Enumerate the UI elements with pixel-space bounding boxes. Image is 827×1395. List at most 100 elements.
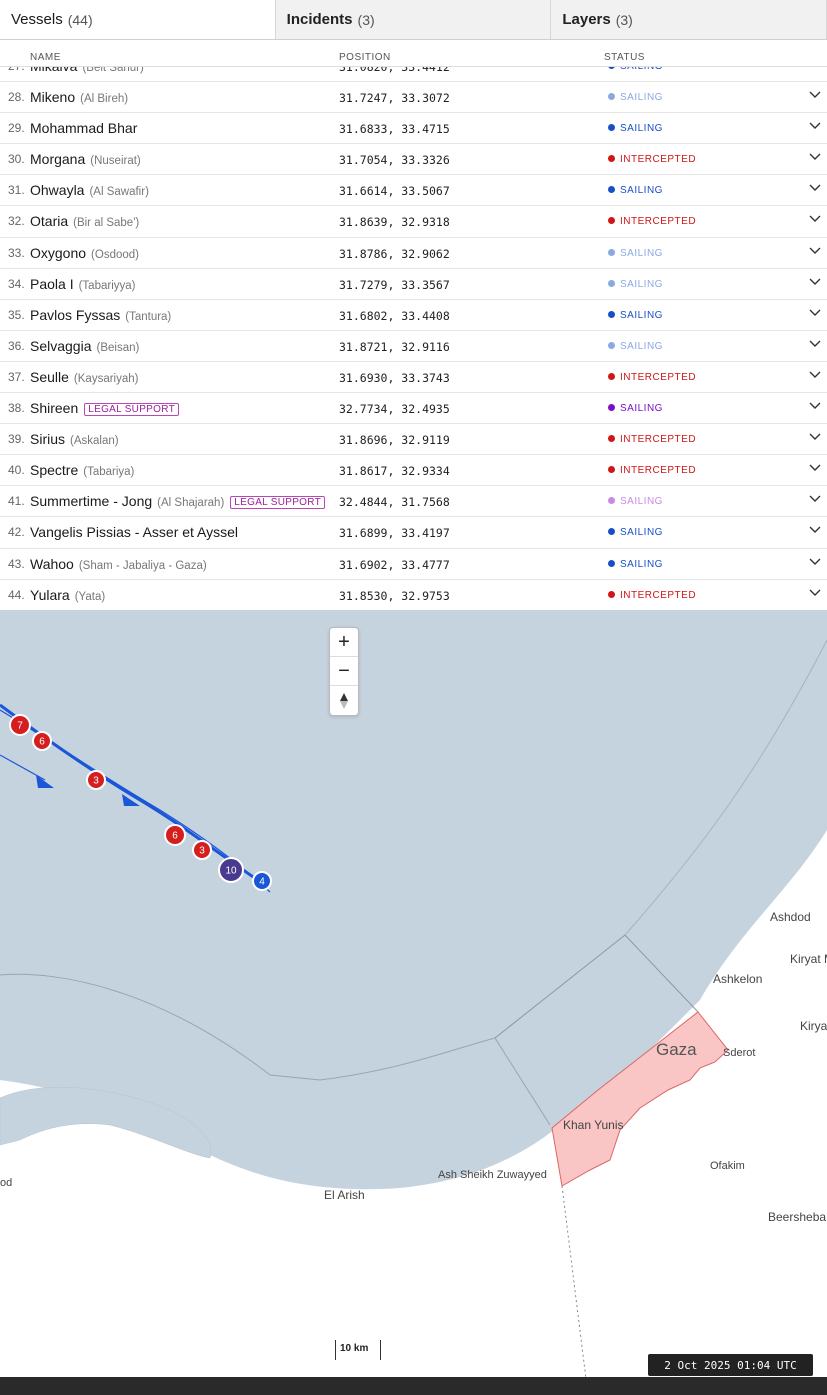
- table-header: NAME POSITION STATUS: [0, 40, 827, 67]
- table-row[interactable]: 39. Sirius (Askalan) 31.8696, 32.9119 INTERC…: [0, 424, 827, 456]
- row-number: 31.: [8, 183, 25, 198]
- status-text: SAILING: [620, 278, 663, 290]
- table-row[interactable]: 35. Pavlos Fyssas (Tantura) 31.6802, 33.440…: [0, 300, 827, 331]
- table-row[interactable]: 32. Otaria (Bir al Sabe') 31.8639, 32.9318 I…: [0, 206, 827, 238]
- table-row[interactable]: 37. Seulle (Kaysariyah) 31.6930, 33.3743 INT…: [0, 362, 827, 394]
- table-row[interactable]: 30. Morgana (Nuseirat) 31.7054, 33.3326 INTE…: [0, 144, 827, 176]
- status-badge: SAILING: [608, 123, 663, 134]
- status-text: INTERCEPTED: [620, 154, 697, 166]
- status-text: INTERCEPTED: [620, 216, 697, 228]
- chevron-down-icon[interactable]: [808, 399, 822, 413]
- chevron-down-icon[interactable]: [808, 368, 822, 382]
- place-label: Ashdod: [770, 910, 811, 924]
- chevron-down-icon[interactable]: [808, 555, 822, 569]
- vessel-position: 31.8696, 32.9119: [339, 433, 450, 448]
- map-canvas[interactable]: 7 6 3 6 3 10 4: [0, 610, 827, 1395]
- row-number: 28.: [8, 90, 25, 105]
- tab-incidents-count: (3): [357, 11, 375, 28]
- chevron-down-icon[interactable]: [808, 492, 822, 506]
- status-badge: SAILING: [608, 279, 663, 290]
- table-row[interactable]: 33. Oxygono (Osdood) 31.8786, 32.9062 SAILIN…: [0, 238, 827, 269]
- status-text: SAILING: [620, 123, 663, 135]
- vessel-alias: (Al Shajarah): [157, 497, 225, 510]
- table-row[interactable]: 36. Selvaggia (Beisan) 31.8721, 32.9116 SAIL…: [0, 331, 827, 362]
- chevron-down-icon[interactable]: [808, 88, 822, 102]
- border-line: [561, 1185, 589, 1395]
- status-badge: SAILING: [608, 403, 663, 414]
- status-text: INTERCEPTED: [620, 434, 697, 446]
- chevron-down-icon[interactable]: [808, 430, 822, 444]
- vessel-list: 27.Mikalva(Beit Sahur)31.0820, 33.4412SA…: [0, 51, 827, 610]
- column-position-header[interactable]: POSITION: [339, 52, 391, 63]
- column-status-header[interactable]: STATUS: [604, 52, 645, 63]
- tab-vessels-label: Vessels: [11, 11, 63, 28]
- column-name-header[interactable]: NAME: [30, 52, 61, 63]
- chevron-down-icon[interactable]: [808, 275, 822, 289]
- vessel-position: 31.8639, 32.9318: [339, 215, 450, 230]
- table-row[interactable]: 38. Shireen LEGAL SUPPORT 32.7734, 32.4935 S…: [0, 393, 827, 425]
- zoom-out-button[interactable]: −: [330, 657, 358, 686]
- compass-button[interactable]: [330, 686, 358, 715]
- tab-incidents[interactable]: Incidents (3): [276, 0, 552, 39]
- status-badge: INTERCEPTED: [608, 372, 696, 383]
- row-number: 30.: [8, 152, 25, 167]
- vessel-name-cell: Oxygono (Osdood): [30, 245, 139, 261]
- status-dot-icon: [608, 124, 615, 132]
- status-dot-icon: [608, 186, 615, 194]
- status-dot-icon: [608, 590, 615, 598]
- zoom-in-button[interactable]: +: [330, 628, 358, 657]
- scale-bar: 10 km: [335, 1340, 381, 1360]
- table-row[interactable]: 28. Mikeno (Al Bireh) 31.7247, 33.3072 SAILI…: [0, 82, 827, 114]
- table-row[interactable]: 43. Wahoo (Sham - Jabaliya - Gaza) 31.6902,…: [0, 549, 827, 580]
- vessel-name: Seulle: [30, 368, 69, 385]
- row-number: 37.: [8, 369, 25, 384]
- status-dot-icon: [608, 310, 615, 318]
- vessel-alias: (Al Bireh): [80, 93, 129, 106]
- chevron-down-icon[interactable]: [808, 150, 822, 164]
- row-number: 42.: [8, 525, 25, 540]
- vessel-name: Ohwayla: [30, 182, 85, 199]
- chevron-down-icon[interactable]: [808, 244, 822, 258]
- vessel-name: Pavlos Fyssas: [30, 306, 121, 323]
- marker-count: 6: [39, 737, 45, 748]
- tab-layers-label: Layers: [562, 11, 611, 28]
- chevron-down-icon[interactable]: [808, 586, 822, 600]
- chevron-down-icon[interactable]: [808, 523, 822, 537]
- table-row[interactable]: 34. Paola I (Tabariyya) 31.7279, 33.3567 SAI…: [0, 269, 827, 300]
- table-row[interactable]: 44. Yulara (Yata) 31.8530, 32.9753 INTERCEPT…: [0, 580, 827, 610]
- row-number: 38.: [8, 401, 25, 416]
- vessel-position: 32.4844, 31.7568: [339, 495, 450, 510]
- table-row[interactable]: 41. Summertime - Jong (Al Shajarah) LEGAL S…: [0, 486, 827, 518]
- table-row[interactable]: 42. Vangelis Pissias - Asser et Ayssel 31.…: [0, 517, 827, 549]
- status-text: SAILING: [620, 92, 663, 104]
- vessel-alias: (Tantura): [125, 310, 172, 323]
- chevron-down-icon[interactable]: [808, 119, 822, 133]
- tab-vessels[interactable]: Vessels (44): [0, 0, 276, 39]
- chevron-down-icon[interactable]: [808, 212, 822, 226]
- status-text: INTERCEPTED: [620, 371, 697, 383]
- vessel-position: 31.8721, 32.9116: [339, 339, 450, 354]
- row-number: 32.: [8, 214, 25, 229]
- table-row[interactable]: 31. Ohwayla (Al Sawafir) 31.6614, 33.5067 SA…: [0, 175, 827, 207]
- chevron-down-icon[interactable]: [808, 306, 822, 320]
- status-badge: INTERCEPTED: [608, 434, 696, 445]
- table-row[interactable]: 29. Mohammad Bhar 31.6833, 33.4715 SAILING: [0, 113, 827, 145]
- place-label: Sderot: [723, 1047, 756, 1059]
- marker-count: 7: [17, 721, 23, 732]
- row-number: 29.: [8, 121, 25, 136]
- chevron-down-icon[interactable]: [808, 181, 822, 195]
- chevron-down-icon[interactable]: [808, 337, 822, 351]
- table-row[interactable]: 40. Spectre (Tabariya) 31.8617, 32.9334 INTE…: [0, 455, 827, 487]
- status-badge: SAILING: [608, 310, 663, 321]
- vessel-position: 31.6902, 33.4777: [339, 557, 450, 572]
- row-number: 41.: [8, 494, 25, 509]
- timestamp-badge: 2 Oct 2025 01:04 UTC: [648, 1354, 813, 1376]
- row-number: 35.: [8, 307, 25, 322]
- row-number: 36.: [8, 338, 25, 353]
- status-text: SAILING: [620, 340, 663, 352]
- tab-bar: Vessels (44) Incidents (3) Layers (3): [0, 0, 827, 40]
- vessel-alias: (Sham - Jabaliya - Gaza): [78, 559, 207, 572]
- map-view[interactable]: 7 6 3 6 3 10 4 + − Ashdod Kiryat M Ashkelon Ki…: [0, 610, 827, 1395]
- tab-layers[interactable]: Layers (3): [551, 0, 827, 39]
- chevron-down-icon[interactable]: [808, 461, 822, 475]
